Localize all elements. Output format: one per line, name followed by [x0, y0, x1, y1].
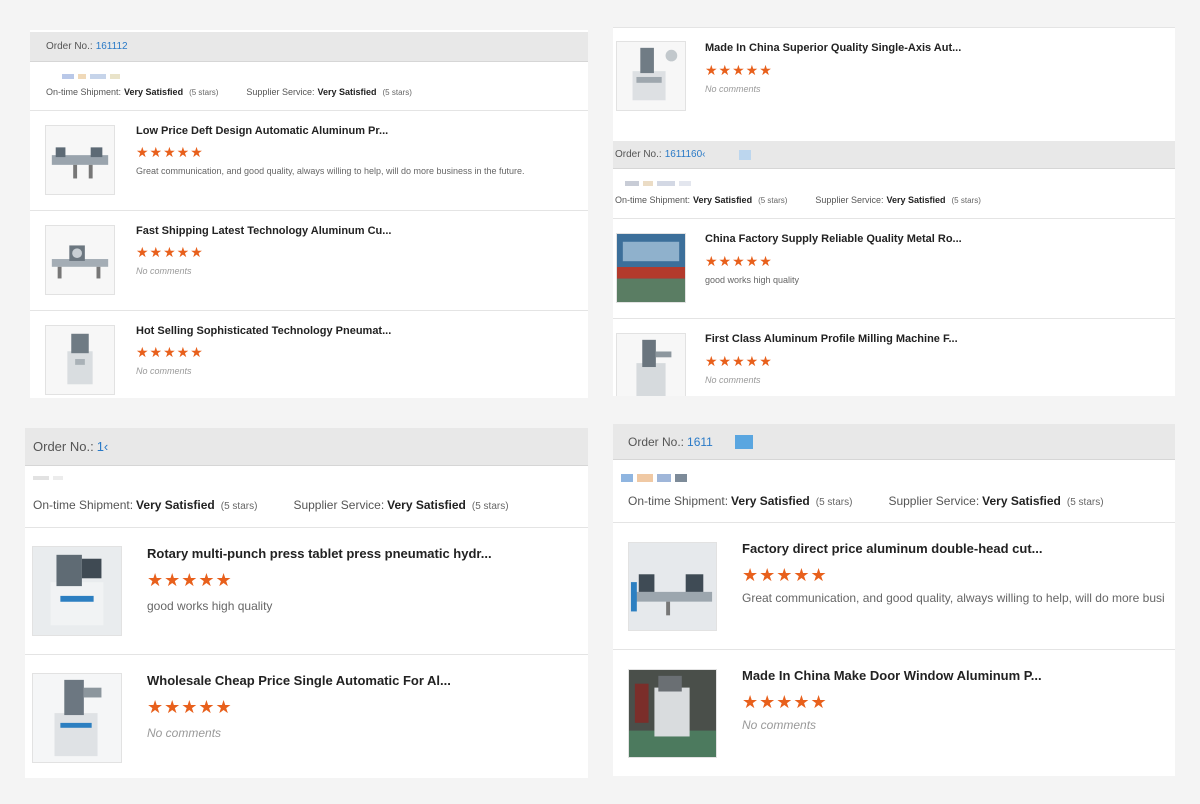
- ratings-row: On-time Shipment: Very Satisfied (5 star…: [46, 87, 412, 97]
- ratings-row: On-time Shipment: Very Satisfied (5 star…: [33, 498, 509, 512]
- product-title[interactable]: Low Price Deft Design Automatic Aluminum…: [136, 125, 576, 137]
- list-item: First Class Aluminum Profile Milling Mac…: [613, 318, 1175, 396]
- review-comment: No comments: [742, 718, 817, 732]
- ontime-shipment-value: Very Satisfied: [124, 87, 184, 97]
- list-item: Low Price Deft Design Automatic Aluminum…: [30, 110, 588, 210]
- star-rating: ★★★★★: [136, 144, 204, 160]
- product-image[interactable]: [616, 41, 686, 111]
- product-image[interactable]: [628, 542, 717, 631]
- list-item: Wholesale Cheap Price Single Automatic F…: [25, 654, 588, 778]
- product-title[interactable]: China Factory Supply Reliable Quality Me…: [705, 233, 1165, 245]
- ontime-stars-note: (5 stars): [758, 196, 788, 205]
- review-comment: No comments: [705, 375, 761, 385]
- supplier-service-label: Supplier Service:: [888, 494, 980, 508]
- star-rating: ★★★★★: [742, 565, 828, 585]
- product-image[interactable]: [628, 669, 717, 758]
- redacted-buyer-name: [621, 474, 687, 482]
- product-image[interactable]: [616, 233, 686, 303]
- star-rating: ★★★★★: [705, 253, 773, 269]
- list-item: Made In China Superior Quality Single-Ax…: [613, 27, 1175, 127]
- list-item: Rotary multi-punch press tablet press pn…: [25, 527, 588, 654]
- product-title[interactable]: Made In China Make Door Window Aluminum …: [742, 668, 1175, 683]
- redacted-buyer-name: [33, 476, 63, 480]
- order-number-link[interactable]: 1‹: [97, 439, 109, 454]
- supplier-stars-note: (5 stars): [471, 501, 509, 512]
- list-item: China Factory Supply Reliable Quality Me…: [613, 218, 1175, 318]
- order-header: Order No.: 1611160‹: [613, 141, 1175, 169]
- order-number-link[interactable]: 1611160‹: [665, 149, 706, 160]
- order-header: Order No.: 161112: [30, 32, 588, 62]
- review-comment: good works high quality: [147, 599, 273, 613]
- ontime-stars-note: (5 stars): [220, 501, 258, 512]
- order-number-link[interactable]: 161112: [96, 41, 128, 52]
- star-rating: ★★★★★: [742, 692, 828, 712]
- review-comment: Great communication, and good quality, a…: [742, 591, 1165, 605]
- product-image[interactable]: [32, 546, 122, 636]
- order-number-link[interactable]: 1611: [687, 435, 713, 449]
- ontime-shipment-value: Very Satisfied: [731, 494, 810, 508]
- review-comment: No comments: [136, 366, 192, 376]
- supplier-service-value: Very Satisfied: [982, 494, 1061, 508]
- ratings-row: On-time Shipment: Very Satisfied (5 star…: [628, 494, 1104, 508]
- order-label: Order No.:: [33, 439, 94, 454]
- product-image[interactable]: [45, 325, 115, 395]
- product-image[interactable]: [616, 333, 686, 396]
- order-header: Order No.: 1‹: [25, 428, 588, 466]
- supplier-service-value: Very Satisfied: [387, 498, 466, 512]
- ontime-shipment-label: On-time Shipment:: [33, 498, 134, 512]
- ontime-shipment-value: Very Satisfied: [136, 498, 215, 512]
- review-comment: No comments: [705, 84, 761, 94]
- product-title[interactable]: Fast Shipping Latest Technology Aluminum…: [136, 225, 576, 237]
- order-panel-top-right: Made In China Superior Quality Single-Ax…: [613, 27, 1175, 396]
- order-panel-bottom-right: Order No.: 1611 On-time Shipment: Very S…: [613, 424, 1175, 776]
- ontime-shipment-label: On-time Shipment:: [628, 494, 729, 508]
- order-label: Order No.:: [46, 41, 93, 52]
- star-rating: ★★★★★: [136, 244, 204, 260]
- product-title[interactable]: Made In China Superior Quality Single-Ax…: [705, 42, 1165, 54]
- order-label: Order No.:: [615, 149, 662, 160]
- supplier-service-label: Supplier Service:: [815, 195, 884, 205]
- star-rating: ★★★★★: [147, 570, 233, 590]
- ratings-row: On-time Shipment: Very Satisfied (5 star…: [615, 195, 981, 205]
- product-title[interactable]: Rotary multi-punch press tablet press pn…: [147, 546, 577, 561]
- product-title[interactable]: Hot Selling Sophisticated Technology Pne…: [136, 325, 576, 337]
- order-header: Order No.: 1611: [613, 424, 1175, 460]
- supplier-service-label: Supplier Service:: [246, 87, 315, 97]
- product-image[interactable]: [45, 225, 115, 295]
- product-image[interactable]: [32, 673, 122, 763]
- review-comment: good works high quality: [705, 275, 800, 285]
- review-comment: No comments: [136, 266, 192, 276]
- star-rating: ★★★★★: [705, 62, 773, 78]
- review-comment: No comments: [147, 726, 222, 740]
- order-panel-bottom-left: Order No.: 1‹ On-time Shipment: Very Sat…: [25, 428, 588, 778]
- order-panel-top-left: Order No.: 161112 On-time Shipment: Very…: [30, 30, 588, 398]
- list-item: Made In China Make Door Window Aluminum …: [613, 649, 1175, 776]
- supplier-stars-note: (5 stars): [951, 196, 981, 205]
- supplier-service-label: Supplier Service:: [293, 498, 385, 512]
- redacted-buyer-name: [625, 181, 691, 186]
- ontime-stars-note: (5 stars): [189, 88, 219, 97]
- star-rating: ★★★★★: [147, 697, 233, 717]
- list-item: Factory direct price aluminum double-hea…: [613, 522, 1175, 649]
- order-label: Order No.:: [628, 434, 685, 449]
- ontime-shipment-value: Very Satisfied: [693, 195, 753, 205]
- ontime-shipment-label: On-time Shipment:: [615, 195, 691, 205]
- product-title[interactable]: First Class Aluminum Profile Milling Mac…: [705, 333, 1165, 345]
- supplier-service-value: Very Satisfied: [886, 195, 946, 205]
- product-image[interactable]: [45, 125, 115, 195]
- supplier-service-value: Very Satisfied: [317, 87, 377, 97]
- star-rating: ★★★★★: [705, 353, 773, 369]
- supplier-stars-note: (5 stars): [1066, 497, 1104, 508]
- product-title[interactable]: Factory direct price aluminum double-hea…: [742, 541, 1175, 556]
- ontime-shipment-label: On-time Shipment:: [46, 87, 122, 97]
- list-item: Hot Selling Sophisticated Technology Pne…: [30, 310, 588, 398]
- list-item: Fast Shipping Latest Technology Aluminum…: [30, 210, 588, 310]
- ontime-stars-note: (5 stars): [815, 497, 853, 508]
- redacted-buyer-name: [62, 74, 120, 79]
- star-rating: ★★★★★: [136, 344, 204, 360]
- review-comment: Great communication, and good quality, a…: [136, 166, 525, 176]
- product-title[interactable]: Wholesale Cheap Price Single Automatic F…: [147, 673, 577, 688]
- supplier-stars-note: (5 stars): [382, 88, 412, 97]
